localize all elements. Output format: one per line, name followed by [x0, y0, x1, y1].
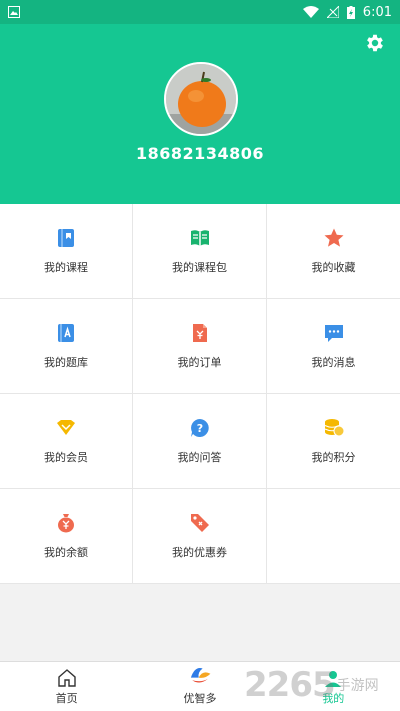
- menu-my-question-bank[interactable]: 我的题库: [0, 299, 133, 394]
- profile-header: 18682134806: [0, 24, 400, 204]
- menu-label: 我的问答: [177, 451, 222, 464]
- menu-my-favorites[interactable]: 我的收藏: [267, 204, 400, 299]
- menu-my-course-packages[interactable]: 我的课程包: [133, 204, 267, 299]
- menu-label: 我的课程包: [172, 261, 227, 274]
- member-icon: [57, 420, 75, 435]
- star-icon: [324, 228, 343, 247]
- menu-label: 我的订单: [177, 356, 222, 369]
- settings-gear-icon[interactable]: [364, 32, 386, 54]
- balance-icon: [58, 514, 74, 533]
- tab-mine[interactable]: 我的: [267, 662, 400, 711]
- no-signal-icon: [326, 6, 339, 18]
- tab-home[interactable]: 首页: [0, 662, 133, 711]
- menu-label: 我的消息: [311, 356, 356, 369]
- menu-my-balance[interactable]: 我的余额: [0, 489, 133, 584]
- question-bank-icon: [58, 324, 74, 342]
- profile-icon: [325, 670, 342, 687]
- menu-grid: 我的课程 我的课程包 我的收藏 我的题库 我的订单 我的消息 我的会员 ? 我的…: [0, 204, 400, 584]
- menu-my-messages[interactable]: 我的消息: [267, 299, 400, 394]
- brand-logo-icon: [190, 667, 211, 683]
- menu-label: 我的题库: [44, 356, 88, 369]
- menu-my-courses[interactable]: 我的课程: [0, 204, 133, 299]
- home-icon: [57, 668, 76, 687]
- menu-label: 我的收藏: [311, 261, 356, 274]
- course-package-icon: [190, 230, 209, 246]
- menu-my-membership[interactable]: 我的会员: [0, 394, 133, 489]
- menu-my-coupons[interactable]: 我的优惠券: [133, 489, 267, 584]
- order-icon: [192, 324, 207, 342]
- gallery-notification-icon: [8, 6, 20, 18]
- menu-my-orders[interactable]: 我的订单: [133, 299, 267, 394]
- svg-text:?: ?: [196, 422, 202, 435]
- tab-label: 首页: [55, 691, 78, 705]
- coupon-icon: [190, 514, 209, 532]
- menu-label: 我的课程: [44, 261, 88, 274]
- points-icon: [324, 419, 344, 437]
- course-icon: [58, 229, 74, 247]
- orange-avatar-image: [166, 64, 236, 134]
- menu-label: 我的余额: [44, 546, 88, 559]
- status-time: 6:01: [362, 4, 392, 20]
- menu-label: 我的优惠券: [172, 546, 227, 559]
- wifi-icon: [302, 6, 319, 18]
- phone-number: 18682134806: [136, 144, 264, 163]
- status-bar: 6:01: [0, 0, 400, 24]
- tab-label: 我的: [322, 691, 345, 705]
- tab-label: 优智多: [183, 691, 217, 705]
- menu-label: 我的会员: [44, 451, 88, 464]
- tab-youzhiduo[interactable]: 优智多: [133, 662, 266, 711]
- empty-cell: [267, 489, 400, 584]
- menu-my-qa[interactable]: ? 我的问答: [133, 394, 267, 489]
- message-icon: [324, 325, 343, 342]
- qa-icon: ?: [190, 419, 209, 437]
- menu-my-points[interactable]: 我的积分: [267, 394, 400, 489]
- battery-charging-icon: [346, 5, 355, 19]
- menu-label: 我的积分: [311, 451, 356, 464]
- avatar[interactable]: [164, 62, 238, 136]
- bottom-nav: 首页 优智多 我的: [0, 661, 400, 711]
